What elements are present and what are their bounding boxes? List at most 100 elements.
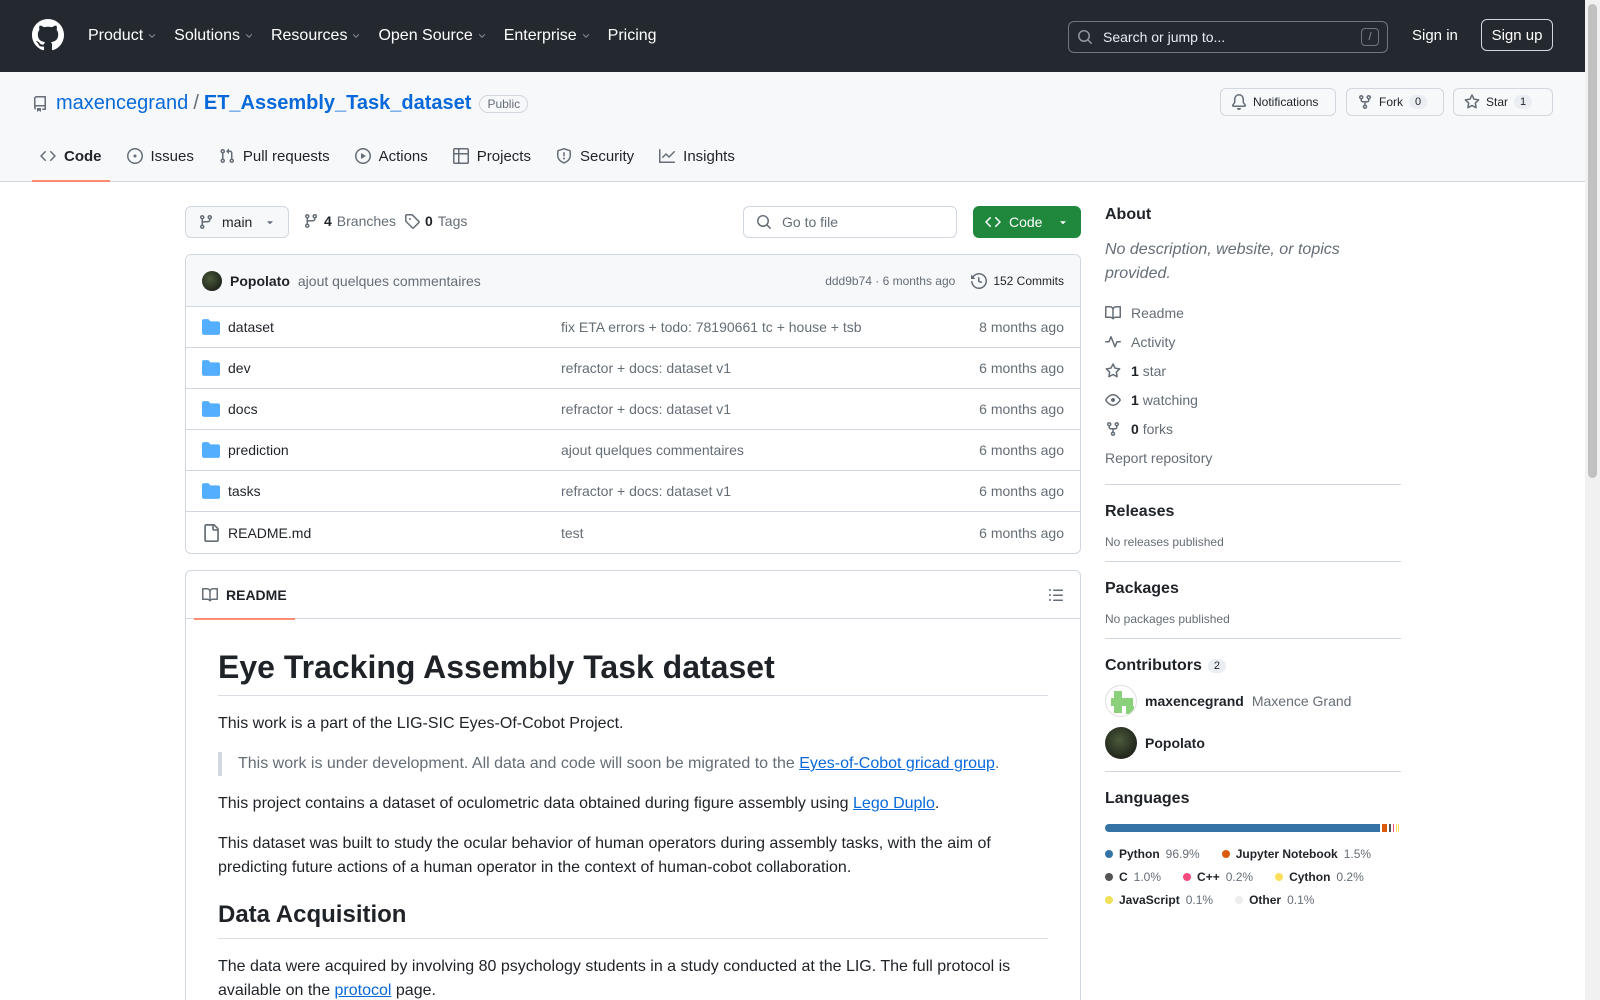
file-name-link[interactable]: dataset (228, 319, 561, 335)
about-watching[interactable]: 1 watching (1105, 385, 1401, 414)
releases-heading[interactable]: Releases (1105, 503, 1401, 521)
readme-header: README (186, 571, 1080, 620)
readme-paragraph: This dataset was built to study the ocul… (218, 835, 991, 876)
branches-link[interactable]: 4 Branches (303, 213, 396, 229)
file-name-link[interactable]: dev (228, 360, 561, 376)
about-forks[interactable]: 0 forks (1105, 414, 1401, 443)
lego-duplo-link[interactable]: Lego Duplo (853, 795, 935, 812)
protocol-link[interactable]: protocol (335, 982, 392, 999)
chevron-down-icon (353, 34, 360, 38)
nav-product[interactable]: Product (88, 27, 157, 45)
notifications-button[interactable]: Notifications (1220, 88, 1336, 116)
avatar[interactable] (1105, 685, 1137, 717)
language-c[interactable]: C++ 0.2% (1183, 865, 1253, 888)
tags-label: Tags (437, 213, 468, 229)
about-readme[interactable]: Readme (1105, 298, 1401, 327)
code-dropdown-button[interactable]: Code (973, 206, 1081, 238)
about-star[interactable]: 1 star (1105, 356, 1401, 385)
file-commit-message[interactable]: refractor + docs: dataset v1 (561, 401, 979, 417)
nav-resources[interactable]: Resources (271, 27, 361, 45)
about-item-text: Readme (1131, 305, 1184, 321)
go-to-file-input[interactable]: Go to file (743, 206, 957, 238)
commit-message[interactable]: ajout quelques commentaires (298, 273, 481, 289)
search-icon (757, 215, 771, 229)
scrollbar-thumb[interactable] (1588, 4, 1597, 478)
star-button[interactable]: Star 1 (1453, 88, 1553, 116)
language-javascript[interactable]: JavaScript 0.1% (1105, 888, 1213, 911)
contributor-name: Maxence Grand (1251, 693, 1352, 709)
file-commit-message[interactable]: ajout quelques commentaires (561, 442, 979, 458)
file-name-link[interactable]: README.md (228, 525, 561, 541)
nav-label: Open Source (378, 27, 473, 44)
avatar[interactable] (1105, 727, 1137, 759)
commit-author[interactable]: Popolato (230, 273, 290, 289)
caret-down-icon (1060, 221, 1066, 225)
contributor-login[interactable]: maxencegrand (1145, 693, 1244, 709)
divider (1105, 561, 1401, 562)
language-other[interactable]: Other 0.1% (1235, 888, 1314, 911)
nav-open-source[interactable]: Open Source (378, 27, 486, 45)
tab-label: Code (64, 147, 102, 165)
commit-hash-time[interactable]: ddd9b74 · 6 months ago (825, 274, 955, 288)
tab-projects[interactable]: Projects (445, 132, 539, 180)
language-percent: 0.2% (1225, 869, 1254, 884)
avatar[interactable] (202, 270, 222, 291)
file-commit-message[interactable]: fix ETA errors + todo: 78190661 tc + hou… (561, 319, 979, 335)
fork-button[interactable]: Fork 0 (1346, 88, 1444, 116)
tags-link[interactable]: 0 Tags (404, 213, 467, 229)
repo-title: maxencegrand / ET_Assembly_Task_dataset … (32, 92, 529, 115)
tab-security[interactable]: Security (548, 132, 642, 180)
nav-label: Product (88, 27, 144, 44)
sign-up-button[interactable]: Sign up (1481, 19, 1553, 51)
tab-insights[interactable]: Insights (651, 132, 743, 180)
github-logo-icon[interactable] (32, 19, 64, 51)
readme-tab[interactable]: README (194, 571, 295, 620)
language-python[interactable]: Python 96.9% (1105, 842, 1200, 865)
tab-issues[interactable]: Issues (119, 132, 202, 180)
star-icon (1464, 94, 1480, 109)
list-icon[interactable] (1048, 587, 1064, 603)
tab-actions[interactable]: Actions (347, 132, 436, 180)
file-icon (204, 523, 219, 542)
commits-link[interactable]: 152 Commits (971, 272, 1064, 289)
star-label: Star (1486, 95, 1509, 109)
nav-pricing[interactable]: Pricing (608, 27, 657, 45)
language-list: Python 96.9% Jupyter Notebook 1.5% C 1.0% C++ 0… (1105, 842, 1401, 911)
packages-heading[interactable]: Packages (1105, 580, 1401, 598)
tab-pull-requests[interactable]: Pull requests (211, 132, 338, 180)
file-commit-message[interactable]: test (561, 525, 979, 541)
table-row: dev refractor + docs: dataset v1 6 months … (186, 348, 1080, 389)
language-c[interactable]: C 1.0% (1105, 865, 1161, 888)
file-commit-date: 6 months ago (979, 524, 1064, 541)
branch-selector[interactable]: main (185, 206, 289, 238)
sign-in-link[interactable]: Sign in (1412, 27, 1458, 44)
contributor-item[interactable]: maxencegrand Maxence Grand (1105, 685, 1401, 717)
pull-request-icon (220, 148, 234, 164)
about-item-label: forks (1142, 420, 1174, 437)
file-name-link[interactable]: tasks (228, 483, 561, 499)
contributor-login[interactable]: Popolato (1145, 735, 1205, 751)
report-repository-link[interactable]: Report repository (1105, 443, 1401, 472)
search-input[interactable]: Search or jump to... / (1068, 21, 1388, 53)
contributor-item[interactable]: Popolato (1105, 727, 1401, 759)
language-name: Jupyter Notebook (1235, 846, 1338, 861)
repo-owner-link[interactable]: maxencegrand (56, 92, 188, 115)
readme-paragraph: The data were acquired by involving 80 p… (218, 955, 1048, 1000)
contributors-heading[interactable]: Contributors 2 (1105, 657, 1401, 675)
about-item-label: Readme (1131, 304, 1184, 321)
file-commit-message[interactable]: refractor + docs: dataset v1 (561, 360, 979, 376)
file-name-link[interactable]: prediction (228, 442, 561, 458)
language-jupyter-notebook[interactable]: Jupyter Notebook 1.5% (1221, 842, 1371, 865)
repo-name-link[interactable]: ET_Assembly_Task_dataset (204, 92, 472, 115)
gricad-group-link[interactable]: Eyes-of-Cobot gricad group (799, 755, 995, 772)
language-cython[interactable]: Cython 0.2% (1275, 865, 1364, 888)
quote-text: This work is under development. All data… (238, 755, 800, 772)
nav-enterprise[interactable]: Enterprise (504, 27, 591, 45)
nav-solutions[interactable]: Solutions (174, 27, 254, 45)
tab-code[interactable]: Code (32, 132, 110, 182)
file-commit-message[interactable]: refractor + docs: dataset v1 (561, 483, 979, 499)
about-activity[interactable]: Activity (1105, 327, 1401, 356)
nav-label: Resources (270, 27, 348, 44)
branches-label: Branches (336, 213, 396, 229)
file-name-link[interactable]: docs (228, 401, 561, 417)
